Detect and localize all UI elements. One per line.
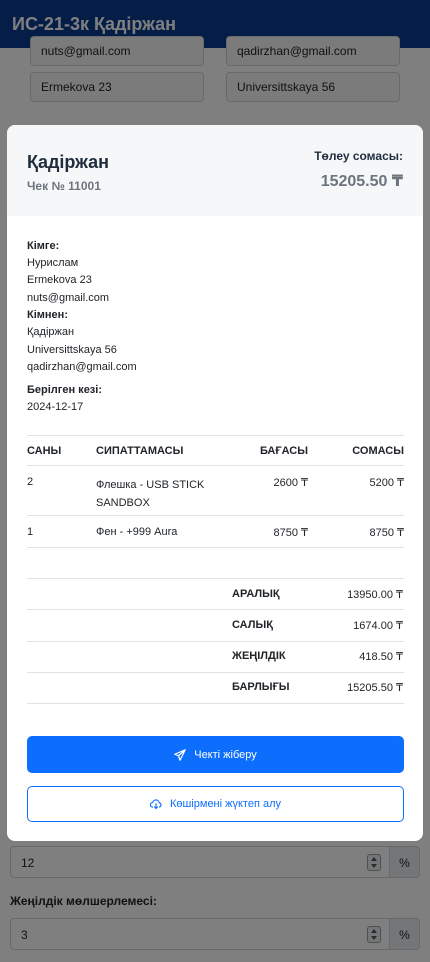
discount-total-label: ЖЕҢІЛДІК [232,650,286,662]
item-qty: 2 [27,476,34,488]
table-row: 2 Флешка - USB STICK SANDBOX 2600 ₸ 5200 … [27,476,404,512]
invoice-header: Қадіржан Чек № 11001 Төлеу сомасы: 15205… [7,125,423,216]
from-email: qadirzhan@gmail.com [27,361,137,374]
tax-value: 1674.00 ₸ [353,620,403,632]
item-price: 8750 ₸ [273,527,308,539]
col-price: БАҒАСЫ [259,445,308,457]
invoice-modal: Қадіржан Чек № 11001 Төлеу сомасы: 15205… [7,125,423,841]
from-name: Қадіржан [27,326,75,339]
col-qty: САНЫ [27,445,62,457]
cloud-download-icon [149,799,162,810]
to-address: Ermekova 23 [27,274,92,287]
from-address: Universittskaya 56 [27,343,117,356]
to-name: Нурислам [27,257,79,269]
payment-amount: 15205.50 ₸ [320,173,403,190]
tax-label: САЛЫҚ [232,619,273,631]
grand-total-label: БАРЛЫҒЫ [232,681,290,693]
download-copy-button[interactable]: Көшірмені жүктеп алу [27,786,404,822]
send-check-label: Чекті жіберу [194,748,257,761]
item-description: Фен - +999 Aura [96,526,178,538]
from-label: Кімнен: [27,309,68,322]
to-label: Кімге: [27,240,60,252]
subtotal-label: АРАЛЫҚ [232,588,280,600]
to-email: nuts@gmail.com [27,291,110,304]
payment-label: Төлеу сомасы: [314,149,403,163]
send-check-button[interactable]: Чекті жіберу [27,736,404,773]
issued-label: Берілген кезі: [27,384,102,397]
discount-total-value: 418.50 ₸ [359,651,403,663]
item-qty: 1 [27,526,34,538]
subtotal-value: 13950.00 ₸ [347,589,403,601]
item-amount: 5200 ₸ [369,477,404,489]
paper-plane-icon [174,748,187,761]
check-number: Чек № 11001 [27,179,101,193]
col-amount: СОМАСЫ [352,445,404,457]
grand-total-value: 15205.50 ₸ [347,682,403,694]
item-price: 2600 ₸ [273,477,308,489]
invoice-parties: Кімге: Нурислам Ermekova 23 nuts@gmail.c… [27,238,137,417]
customer-name: Қадіржан [27,152,110,172]
download-copy-label: Көшірмені жүктеп алу [169,798,282,810]
issued-date: 2024-12-17 [27,401,84,414]
item-amount: 8750 ₸ [369,527,404,539]
item-description: Флешка - USB STICK SANDBOX [96,479,205,509]
table-row: 1 Фен - +999 Aura 8750 ₸ 8750 ₸ [27,526,404,542]
col-description: СИПАТТАМАСЫ [96,445,184,457]
items-table-header: САНЫ СИПАТТАМАСЫ БАҒАСЫ СОМАСЫ [27,445,404,459]
